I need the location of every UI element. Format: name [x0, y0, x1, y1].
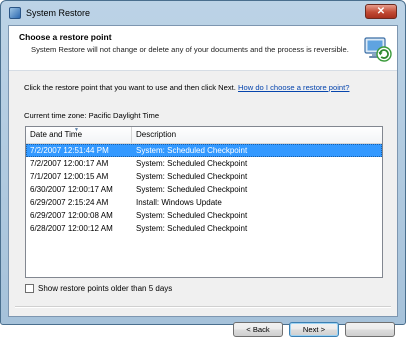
- table-row[interactable]: 7/2/2007 12:00:17 AM System: Scheduled Ch…: [26, 157, 382, 170]
- page-subtitle: System Restore will not change or delete…: [31, 45, 349, 54]
- row-date: 7/1/2007 12:00:15 AM: [30, 172, 109, 181]
- table-row[interactable]: 7/1/2007 12:00:15 AM System: Scheduled Ch…: [26, 170, 382, 183]
- column-header-description-label: Description: [136, 130, 177, 139]
- table-row[interactable]: 6/28/2007 12:00:12 AM System: Scheduled C…: [26, 222, 382, 235]
- row-date: 6/28/2007 12:00:12 AM: [30, 224, 113, 233]
- show-older-checkbox[interactable]: [25, 284, 34, 293]
- system-restore-icon: [364, 37, 392, 62]
- help-link[interactable]: How do I choose a restore point?: [238, 83, 349, 92]
- row-date: 7/2/2007 12:51:44 PM: [30, 146, 109, 155]
- row-description: System: Scheduled Checkpoint: [136, 185, 248, 194]
- back-button[interactable]: < Back: [233, 322, 283, 337]
- list-rows: 7/2/2007 12:51:44 PM System: Scheduled Ch…: [26, 144, 382, 235]
- sort-arrow-icon: ▼: [74, 127, 79, 133]
- cancel-button[interactable]: [345, 322, 395, 337]
- system-restore-window: System Restore ✕ Choose a restore point …: [0, 0, 406, 337]
- timezone-label: Current time zone: Pacific Daylight Time: [24, 111, 160, 120]
- restore-point-list[interactable]: ▼ Date and Time Description 7/2/2007 12:…: [25, 126, 383, 278]
- system-restore-app-icon: [9, 7, 21, 19]
- column-header-description[interactable]: Description: [132, 127, 382, 143]
- row-description: System: Scheduled Checkpoint: [136, 146, 248, 155]
- show-older-label: Show restore points older than 5 days: [38, 284, 173, 293]
- close-icon: ✕: [376, 6, 386, 17]
- window-title: System Restore: [26, 8, 91, 18]
- row-description: System: Scheduled Checkpoint: [136, 224, 248, 233]
- dialog-body: Click the restore point that you want to…: [9, 71, 397, 337]
- dialog-client-area: Choose a restore point System Restore wi…: [8, 25, 398, 337]
- next-button[interactable]: Next >: [289, 322, 339, 337]
- row-date: 6/30/2007 12:00:17 AM: [30, 185, 113, 194]
- row-date: 7/2/2007 12:00:17 AM: [30, 159, 109, 168]
- row-description: System: Scheduled Checkpoint: [136, 159, 248, 168]
- list-header: ▼ Date and Time Description: [26, 127, 382, 144]
- row-description: System: Scheduled Checkpoint: [136, 172, 248, 181]
- close-button[interactable]: ✕: [365, 4, 397, 19]
- footer-divider: [15, 306, 391, 308]
- row-description: System: Scheduled Checkpoint: [136, 211, 248, 220]
- table-row[interactable]: 6/30/2007 12:00:17 AM System: Scheduled C…: [26, 183, 382, 196]
- instruction-text: Click the restore point that you want to…: [24, 83, 349, 92]
- column-header-date[interactable]: ▼ Date and Time: [26, 127, 132, 143]
- instruction-label: Click the restore point that you want to…: [24, 83, 236, 92]
- show-older-option[interactable]: Show restore points older than 5 days: [25, 284, 172, 293]
- page-title: Choose a restore point: [19, 32, 112, 42]
- title-bar[interactable]: System Restore ✕: [1, 1, 405, 25]
- table-row[interactable]: 6/29/2007 2:15:24 AM Install: Windows Upd…: [26, 196, 382, 209]
- table-row[interactable]: 6/29/2007 12:00:08 AM System: Scheduled C…: [26, 209, 382, 222]
- table-row[interactable]: 7/2/2007 12:51:44 PM System: Scheduled Ch…: [26, 144, 382, 157]
- wizard-header: Choose a restore point System Restore wi…: [9, 26, 397, 71]
- row-date: 6/29/2007 12:00:08 AM: [30, 211, 113, 220]
- row-description: Install: Windows Update: [136, 198, 222, 207]
- row-date: 6/29/2007 2:15:24 AM: [30, 198, 109, 207]
